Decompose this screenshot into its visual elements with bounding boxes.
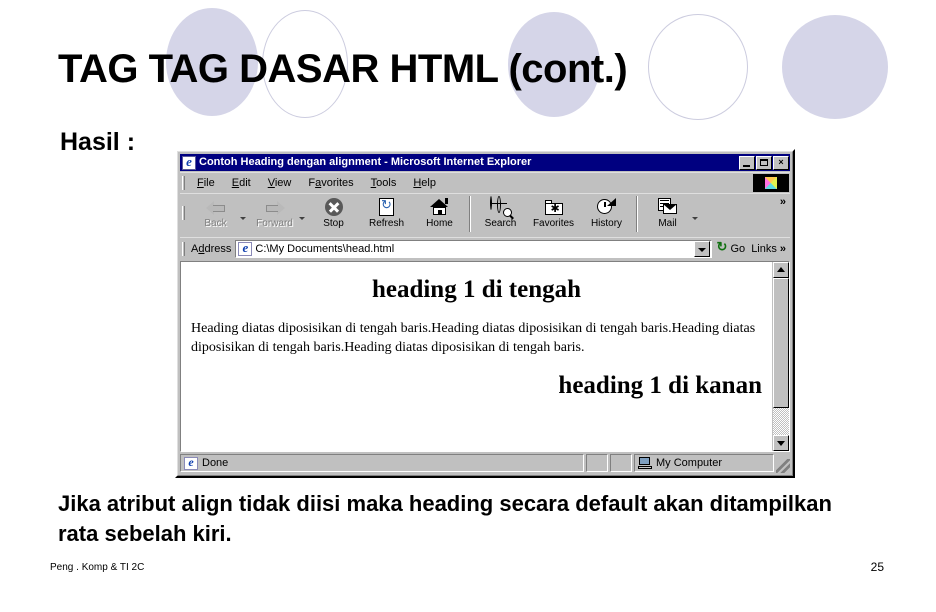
search-globe-icon	[489, 196, 512, 218]
favorites-folder-star-icon: ✱	[544, 196, 563, 218]
go-label: Go	[730, 243, 746, 255]
ie-animated-logo	[753, 173, 789, 192]
status-pane-2	[586, 454, 608, 472]
toolbar-drag-grip[interactable]	[182, 206, 185, 220]
menubar-drag-grip[interactable]	[182, 175, 185, 190]
address-dropdown-button[interactable]	[693, 241, 710, 257]
window-titlebar: Contoh Heading dengan alignment - Micros…	[180, 154, 790, 171]
heading-center: heading 1 di tengah	[371, 276, 582, 303]
toolbar-button-forward: Forward	[248, 194, 301, 234]
address-bar: Address C:\My Documents\head.html Go Lin…	[180, 237, 790, 260]
toolbar-label-back: Back	[204, 218, 227, 229]
rendered-html-page: heading 1 di tengah Heading diatas dipos…	[181, 262, 772, 451]
zone-text: My Computer	[656, 457, 723, 469]
history-clock-icon	[597, 196, 616, 218]
home-icon	[429, 196, 450, 218]
forward-arrow-icon	[265, 196, 285, 218]
status-page-icon	[184, 456, 198, 470]
page-icon	[238, 242, 253, 256]
internet-explorer-window: Contoh Heading dengan alignment - Micros…	[175, 149, 795, 478]
toolbar-label-history: History	[590, 218, 623, 229]
vertical-scrollbar[interactable]	[772, 262, 789, 451]
status-message-pane: Done	[180, 454, 584, 472]
toolbar-button-favorites[interactable]: ✱ Favorites	[527, 194, 580, 234]
my-computer-icon	[638, 457, 652, 469]
address-input[interactable]: C:\My Documents\head.html	[235, 240, 712, 258]
chevron-down-icon-forward[interactable]	[299, 217, 305, 220]
menu-item-tools[interactable]: Tools	[363, 176, 406, 190]
go-arrow-icon	[717, 239, 729, 255]
toolbar-button-back: Back	[189, 194, 242, 234]
chevron-down-icon-mail[interactable]	[692, 217, 698, 220]
links-label: Links	[751, 243, 777, 255]
stop-icon	[324, 196, 343, 218]
toolbar-button-refresh[interactable]: Refresh	[360, 194, 413, 234]
scroll-up-icon[interactable]	[773, 262, 789, 278]
close-button[interactable]: ×	[773, 155, 789, 170]
toolbar-button-mail[interactable]: Mail	[641, 194, 694, 234]
minimize-button[interactable]	[739, 155, 755, 170]
menu-bar: File Edit View Favorites Tools Help	[180, 172, 790, 192]
internet-explorer-icon	[182, 155, 196, 170]
menu-item-edit[interactable]: Edit	[224, 176, 260, 190]
menu-item-file[interactable]: File	[189, 176, 224, 190]
heading-right: heading 1 di kanan	[558, 371, 762, 399]
status-bar: Done My Computer	[180, 453, 790, 473]
status-text: Done	[202, 457, 229, 469]
address-label: Address	[191, 243, 232, 255]
toolbar-label-forward: Forward	[256, 218, 293, 229]
toolbar-label-stop: Stop	[323, 218, 344, 229]
scroll-down-icon[interactable]	[773, 435, 789, 451]
menu-item-view[interactable]: View	[260, 176, 301, 190]
toolbar-label-refresh: Refresh	[368, 218, 404, 229]
toolbar-button-history[interactable]: History	[580, 194, 633, 234]
toolbar-label-mail: Mail	[658, 218, 677, 229]
footer-course-label: Peng . Komp & TI 2C	[50, 562, 145, 573]
page-title: TAG TAG DASAR HTML (cont.)	[58, 47, 628, 91]
maximize-button[interactable]	[756, 155, 772, 170]
browser-content-area: heading 1 di tengah Heading diatas dipos…	[180, 261, 790, 452]
toolbar-button-stop[interactable]: Stop	[307, 194, 360, 234]
decorative-oval-5	[782, 15, 888, 119]
toolbar-label-favorites: Favorites	[532, 218, 575, 229]
toolbar-label-search: Search	[484, 218, 517, 229]
links-button[interactable]: Links »	[751, 243, 790, 255]
window-title: Contoh Heading dengan alignment - Micros…	[199, 156, 532, 168]
menu-item-help[interactable]: Help	[405, 176, 445, 190]
toolbar-overflow-icon[interactable]: »	[780, 194, 790, 208]
chevron-down-icon-back[interactable]	[240, 217, 246, 220]
close-icon: ×	[778, 156, 784, 167]
browser-toolbar: Back Forward Stop Refresh Home Search ✱Favorit…	[180, 193, 790, 236]
addressbar-drag-grip[interactable]	[182, 242, 185, 256]
scrollbar-thumb[interactable]	[773, 278, 789, 408]
refresh-icon	[379, 196, 394, 218]
toolbar-button-home[interactable]: Home	[413, 194, 466, 234]
address-value: C:\My Documents\head.html	[255, 243, 395, 255]
links-chevron-icon: »	[779, 243, 786, 255]
status-pane-3	[610, 454, 632, 472]
slide-caption: Jika atribut align tidak diisi maka head…	[58, 491, 832, 546]
go-button[interactable]: Go	[712, 239, 752, 255]
decorative-oval-4	[648, 14, 748, 120]
footer-page-number: 25	[870, 560, 884, 574]
toolbar-separator	[636, 196, 638, 232]
security-zone-pane: My Computer	[634, 454, 774, 472]
menu-item-favorites[interactable]: Favorites	[300, 176, 362, 190]
window-controls: ×	[739, 155, 789, 170]
toolbar-label-home: Home	[426, 218, 453, 229]
toolbar-separator	[469, 196, 471, 232]
mail-envelope-icon	[657, 196, 678, 218]
back-arrow-icon	[205, 196, 226, 218]
body-paragraph: Heading diatas diposisikan di tengah bar…	[191, 320, 756, 356]
hasil-label: Hasil :	[60, 128, 136, 156]
scrollbar-track[interactable]	[773, 278, 789, 435]
window-resize-grip[interactable]	[776, 459, 790, 473]
toolbar-button-search[interactable]: Search	[474, 194, 527, 234]
